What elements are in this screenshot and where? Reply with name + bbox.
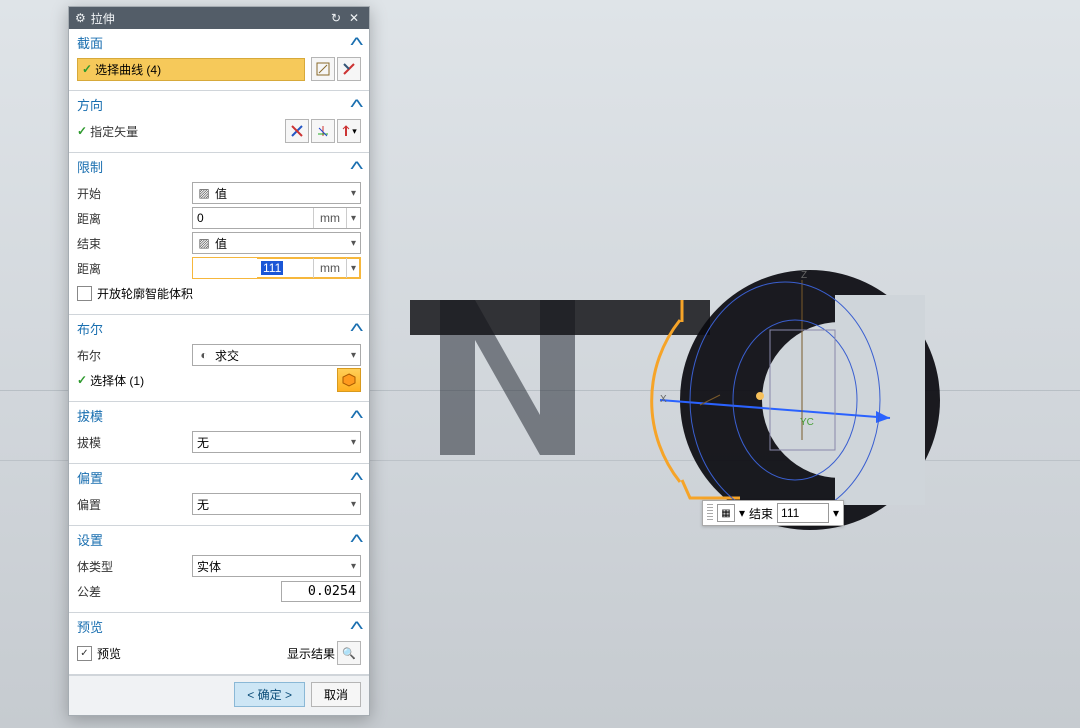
start-type-dropdown[interactable]: ▨ 值 ▾ <box>192 182 361 204</box>
open-profile-checkbox[interactable] <box>77 286 92 301</box>
body-type-label: 体类型 <box>77 558 192 575</box>
chevron-down-icon[interactable]: ▾ <box>346 258 360 278</box>
section-profile: 截面 ˄ ✓ 选择曲线 (4) <box>69 29 369 91</box>
vector-xyz-icon[interactable] <box>311 119 335 143</box>
dialog-footer: < 确定 > 取消 <box>69 675 369 715</box>
section-header-preview[interactable]: 预览 ˄ <box>69 613 369 638</box>
reset-icon[interactable]: ↻ <box>327 11 345 25</box>
chevron-down-icon: ▾ <box>351 350 356 361</box>
chevron-down-icon: ▾ <box>351 437 356 448</box>
magnify-icon[interactable]: 🔍 <box>337 641 361 665</box>
end-label: 结束 <box>77 235 192 252</box>
chevron-up-icon: ˄ <box>349 410 364 422</box>
dialog-title: 拉伸 <box>91 10 327 27</box>
end-distance-value: 111 <box>261 261 283 275</box>
chevron-down-icon[interactable]: ▾ <box>833 506 839 520</box>
sketch-icon[interactable] <box>337 57 361 81</box>
ok-button[interactable]: < 确定 > <box>234 682 305 707</box>
chevron-up-icon: ˄ <box>349 37 364 49</box>
tolerance-label: 公差 <box>77 583 281 600</box>
chevron-up-icon: ˄ <box>349 323 364 335</box>
chevron-down-icon: ▾ <box>351 188 356 199</box>
start-distance-label: 距离 <box>77 210 192 227</box>
chevron-down-icon[interactable]: ▾ <box>346 208 360 228</box>
section-header-direction[interactable]: 方向 ˄ <box>69 91 369 116</box>
gear-icon: ⚙ <box>75 11 86 25</box>
preview-checkbox[interactable] <box>77 646 92 661</box>
offset-label: 偏置 <box>77 496 192 513</box>
svg-text:X: X <box>660 394 667 405</box>
chevron-up-icon: ˄ <box>349 534 364 546</box>
section-header-limits[interactable]: 限制 ˄ <box>69 153 369 178</box>
body-type-dropdown[interactable]: 实体 ▾ <box>192 555 361 577</box>
intersect-icon: ◐ <box>197 348 211 362</box>
section-limits: 限制 ˄ 开始 ▨ 值 ▾ 距离 mm ▾ 结束 <box>69 153 369 315</box>
grip-icon[interactable] <box>707 504 713 522</box>
preview-label: 预览 <box>97 645 287 662</box>
section-header-profile[interactable]: 截面 ˄ <box>69 29 369 54</box>
draft-label: 拔模 <box>77 434 192 451</box>
reverse-dir-icon[interactable] <box>285 119 309 143</box>
chevron-down-icon: ▾ <box>351 238 356 249</box>
boolean-label: 布尔 <box>77 347 192 364</box>
open-profile-label: 开放轮廓智能体积 <box>97 285 193 302</box>
boolean-dropdown[interactable]: ◐ 求交 ▾ <box>192 344 361 366</box>
check-icon: ✓ <box>82 62 92 76</box>
show-result-label: 显示结果 <box>287 645 335 662</box>
chevron-up-icon: ˄ <box>349 99 364 111</box>
chevron-down-icon: ▾ <box>351 499 356 510</box>
chevron-up-icon: ˄ <box>349 161 364 173</box>
cancel-button[interactable]: 取消 <box>311 682 361 707</box>
offset-dropdown[interactable]: 无 ▾ <box>192 493 361 515</box>
vector-dropdown-icon[interactable]: ▾ <box>337 119 361 143</box>
cube-icon[interactable]: ▦ <box>717 504 735 522</box>
section-preview: 预览 ˄ 预览 显示结果 🔍 <box>69 613 369 675</box>
select-body-label[interactable]: 选择体 (1) <box>90 372 335 389</box>
cube-icon: ▨ <box>197 186 211 200</box>
chevron-up-icon: ˄ <box>349 621 364 633</box>
extrude-dialog: ⚙ 拉伸 ↻ ✕ 截面 ˄ ✓ 选择曲线 (4) <box>68 6 370 716</box>
model-geometry: X Z YC <box>380 260 960 560</box>
section-draft: 拔模 ˄ 拔模 无 ▾ <box>69 402 369 464</box>
section-header-offset[interactable]: 偏置 ˄ <box>69 464 369 489</box>
section-header-boolean[interactable]: 布尔 ˄ <box>69 315 369 340</box>
body-icon[interactable] <box>337 368 361 392</box>
draft-dropdown[interactable]: 无 ▾ <box>192 431 361 453</box>
float-label: 结束 <box>749 505 773 522</box>
end-type-dropdown[interactable]: ▨ 值 ▾ <box>192 232 361 254</box>
svg-text:YC: YC <box>800 417 814 428</box>
chevron-up-icon: ˄ <box>349 472 364 484</box>
start-label: 开始 <box>77 185 192 202</box>
check-icon: ✓ <box>77 373 87 387</box>
viewport-floating-bar[interactable]: ▦ ▾ 结束 ▾ <box>702 500 844 526</box>
section-settings: 设置 ˄ 体类型 实体 ▾ 公差 <box>69 526 369 613</box>
check-icon: ✓ <box>77 124 87 138</box>
section-header-settings[interactable]: 设置 ˄ <box>69 526 369 551</box>
specify-vector-label: 指定矢量 <box>90 123 283 140</box>
tolerance-input[interactable] <box>281 581 361 602</box>
svg-text:Z: Z <box>801 270 807 281</box>
section-boolean: 布尔 ˄ 布尔 ◐ 求交 ▾ ✓ 选择体 (1) <box>69 315 369 402</box>
start-distance-input[interactable]: mm ▾ <box>192 207 361 229</box>
close-icon[interactable]: ✕ <box>345 11 363 25</box>
float-value-input[interactable] <box>777 503 829 523</box>
end-distance-label: 距离 <box>77 260 192 277</box>
chevron-down-icon: ▾ <box>351 561 356 572</box>
end-distance-input[interactable]: /* value shown selected */ 111 mm ▾ <box>192 257 361 279</box>
dialog-titlebar[interactable]: ⚙ 拉伸 ↻ ✕ <box>69 7 369 29</box>
select-curve-label: 选择曲线 (4) <box>95 61 161 78</box>
section-direction: 方向 ˄ ✓ 指定矢量 ▾ <box>69 91 369 153</box>
section-offset: 偏置 ˄ 偏置 无 ▾ <box>69 464 369 526</box>
select-curve-row[interactable]: ✓ 选择曲线 (4) <box>77 58 305 81</box>
section-header-draft[interactable]: 拔模 ˄ <box>69 402 369 427</box>
chevron-down-icon[interactable]: ▾ <box>739 506 745 520</box>
curve-rule-icon[interactable] <box>311 57 335 81</box>
cube-icon: ▨ <box>197 236 211 250</box>
